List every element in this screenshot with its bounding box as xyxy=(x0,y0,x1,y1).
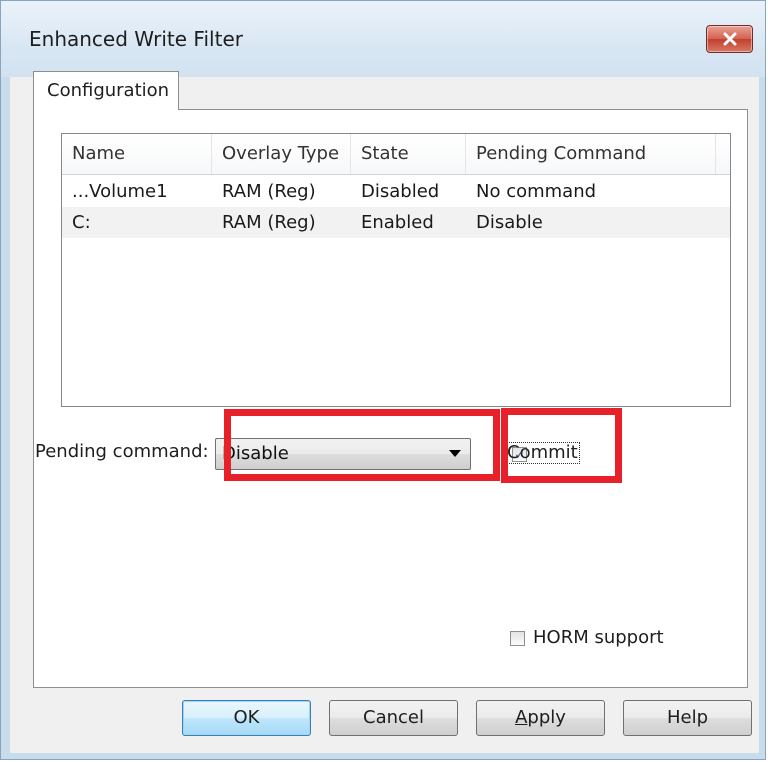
help-button[interactable]: Help xyxy=(623,700,752,736)
volume-list[interactable]: Name Overlay Type State Pending Command … xyxy=(61,133,731,407)
pending-command-dropdown[interactable]: Disable xyxy=(215,438,471,470)
close-button[interactable] xyxy=(706,25,753,53)
table-row[interactable]: ...Volume1 RAM (Reg) Disabled No command xyxy=(62,176,730,207)
cell-name: ...Volume1 xyxy=(72,181,168,202)
close-icon xyxy=(722,32,738,46)
ok-button[interactable]: OK xyxy=(182,700,311,736)
dialog-window: Enhanced Write Filter Configuration Name… xyxy=(0,0,766,760)
horm-support-checkbox[interactable] xyxy=(510,631,525,646)
cell-overlay-type: RAM (Reg) xyxy=(222,212,316,233)
column-header-name[interactable]: Name xyxy=(62,134,212,174)
tab-configuration-label: Configuration xyxy=(47,80,170,101)
horm-support-label[interactable]: HORM support xyxy=(533,627,664,648)
pending-command-label: Pending command: xyxy=(35,441,209,462)
cell-state: Disabled xyxy=(361,181,440,202)
tab-configuration[interactable]: Configuration xyxy=(33,71,179,110)
cell-pending-command: Disable xyxy=(476,212,543,233)
column-header-state[interactable]: State xyxy=(351,134,466,174)
cell-overlay-type: RAM (Reg) xyxy=(222,181,316,202)
column-header-overlay-type[interactable]: Overlay Type xyxy=(212,134,351,174)
cell-name: C: xyxy=(72,212,91,233)
apply-label-rest: pply xyxy=(527,707,566,728)
configuration-panel: Name Overlay Type State Pending Command … xyxy=(33,109,748,688)
cancel-button[interactable]: Cancel xyxy=(329,700,458,736)
commit-label[interactable]: Commit xyxy=(505,442,580,464)
cell-pending-command: No command xyxy=(476,181,597,202)
pending-command-value: Disable xyxy=(222,443,289,464)
chevron-down-icon[interactable] xyxy=(449,450,461,457)
dialog-client-area: Configuration Name Overlay Type State Pe… xyxy=(10,71,759,753)
title-bar[interactable]: Enhanced Write Filter xyxy=(1,1,765,77)
column-header-pending-command[interactable]: Pending Command xyxy=(466,134,716,174)
apply-accelerator: A xyxy=(515,707,528,728)
cell-state: Enabled xyxy=(361,212,434,233)
table-row[interactable]: C: RAM (Reg) Enabled Disable xyxy=(62,207,730,238)
list-header: Name Overlay Type State Pending Command xyxy=(62,134,730,175)
window-title: Enhanced Write Filter xyxy=(29,27,243,51)
apply-button[interactable]: Apply xyxy=(476,700,605,736)
